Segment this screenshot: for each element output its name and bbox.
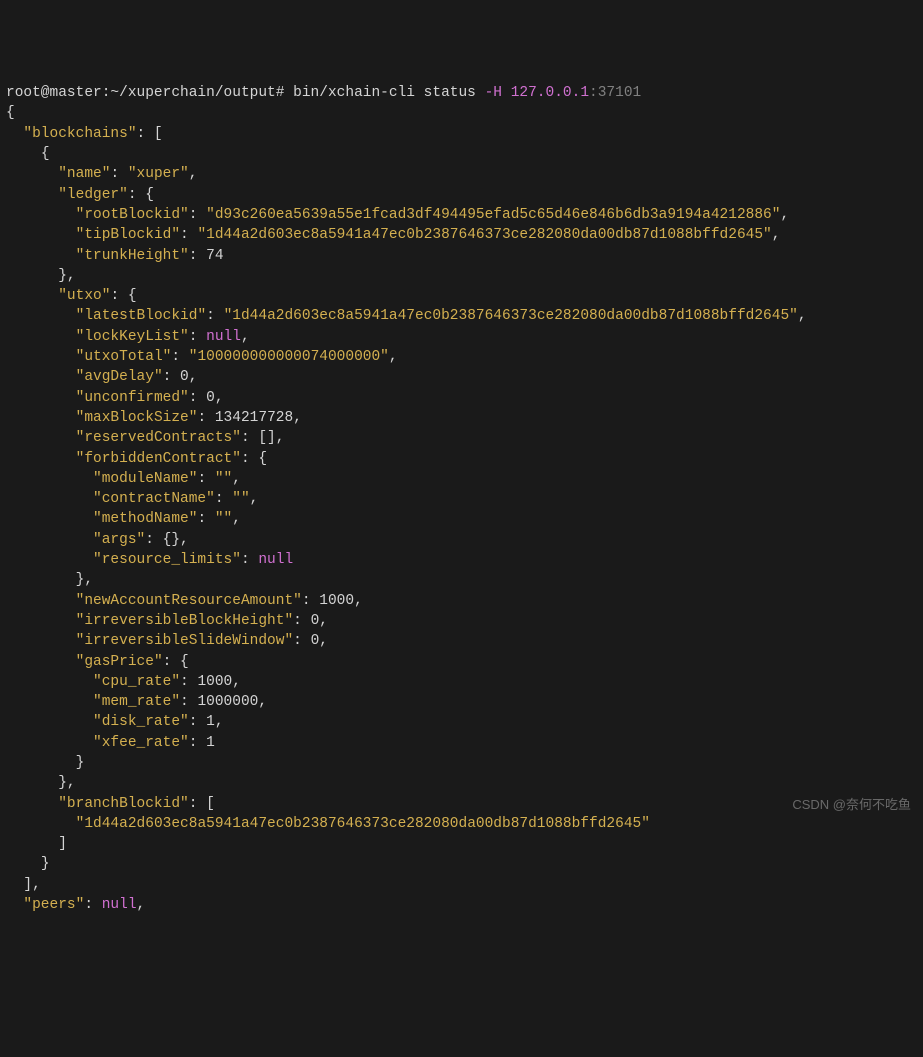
- json-key: "cpu_rate": [93, 674, 180, 690]
- json-key: "trunkHeight": [76, 248, 189, 264]
- prompt-user: root@master: [6, 85, 102, 101]
- command-port: :37101: [589, 85, 641, 101]
- json-key: "contractName": [93, 491, 215, 507]
- json-null: null: [206, 329, 241, 345]
- json-key: "ledger": [58, 187, 128, 203]
- command: bin/xchain-cli status: [293, 85, 484, 101]
- json-key: "xfee_rate": [93, 735, 189, 751]
- json-key: "irreversibleBlockHeight": [76, 613, 294, 629]
- json-value: 0: [206, 390, 215, 406]
- json-key: "rootBlockid": [76, 207, 189, 223]
- json-value: "1d44a2d603ec8a5941a47ec0b2387646373ce28…: [224, 308, 798, 324]
- json-key: "peers": [23, 897, 84, 913]
- json-value: 1: [206, 735, 215, 751]
- json-key: "avgDelay": [76, 369, 163, 385]
- json-key: "irreversibleSlideWindow": [76, 633, 294, 649]
- json-key: "blockchains": [23, 126, 136, 142]
- json-key: "resource_limits": [93, 552, 241, 568]
- json-key: "utxo": [58, 288, 110, 304]
- json-key: "name": [58, 166, 110, 182]
- json-key: "moduleName": [93, 471, 197, 487]
- json-key: "newAccountResourceAmount": [76, 593, 302, 609]
- json-key: "tipBlockid": [76, 227, 180, 243]
- prompt-path: ~/xuperchain/output: [110, 85, 275, 101]
- json-key: "lockKeyList": [76, 329, 189, 345]
- json-value: 1: [206, 714, 215, 730]
- brace-open: {: [6, 105, 15, 121]
- command-flag: -H: [485, 85, 502, 101]
- json-key: "unconfirmed": [76, 390, 189, 406]
- json-value: "": [232, 491, 249, 507]
- json-value: "d93c260ea5639a55e1fcad3df494495efad5c65…: [206, 207, 780, 223]
- json-key: "reservedContracts": [76, 430, 241, 446]
- json-key: "utxoTotal": [76, 349, 172, 365]
- json-value: "": [215, 511, 232, 527]
- json-key: "disk_rate": [93, 714, 189, 730]
- json-null: null: [102, 897, 137, 913]
- json-value: "100000000000074000000": [189, 349, 389, 365]
- json-value: 0: [311, 613, 320, 629]
- json-key: "args": [93, 532, 145, 548]
- json-value: 0: [180, 369, 189, 385]
- json-value: 1000000: [197, 694, 258, 710]
- command-ip: 127.0.0.1: [502, 85, 589, 101]
- json-key: "gasPrice": [76, 654, 163, 670]
- json-key: "latestBlockid": [76, 308, 207, 324]
- terminal-output[interactable]: root@master:~/xuperchain/output# bin/xch…: [6, 83, 917, 915]
- json-key: "mem_rate": [93, 694, 180, 710]
- json-key: "maxBlockSize": [76, 410, 198, 426]
- json-key: "branchBlockid": [58, 796, 189, 812]
- json-value: 134217728: [215, 410, 293, 426]
- json-value: 1000: [197, 674, 232, 690]
- json-value: "1d44a2d603ec8a5941a47ec0b2387646373ce28…: [197, 227, 771, 243]
- json-value: 1000: [319, 593, 354, 609]
- json-key: "forbiddenContract": [76, 451, 241, 467]
- json-value: "": [215, 471, 232, 487]
- json-null: null: [258, 552, 293, 568]
- json-value: 0: [311, 633, 320, 649]
- prompt-sep: #: [276, 85, 293, 101]
- json-value: 74: [206, 248, 223, 264]
- json-key: "methodName": [93, 511, 197, 527]
- watermark: CSDN @奈何不吃鱼: [792, 796, 911, 814]
- json-value: "xuper": [128, 166, 189, 182]
